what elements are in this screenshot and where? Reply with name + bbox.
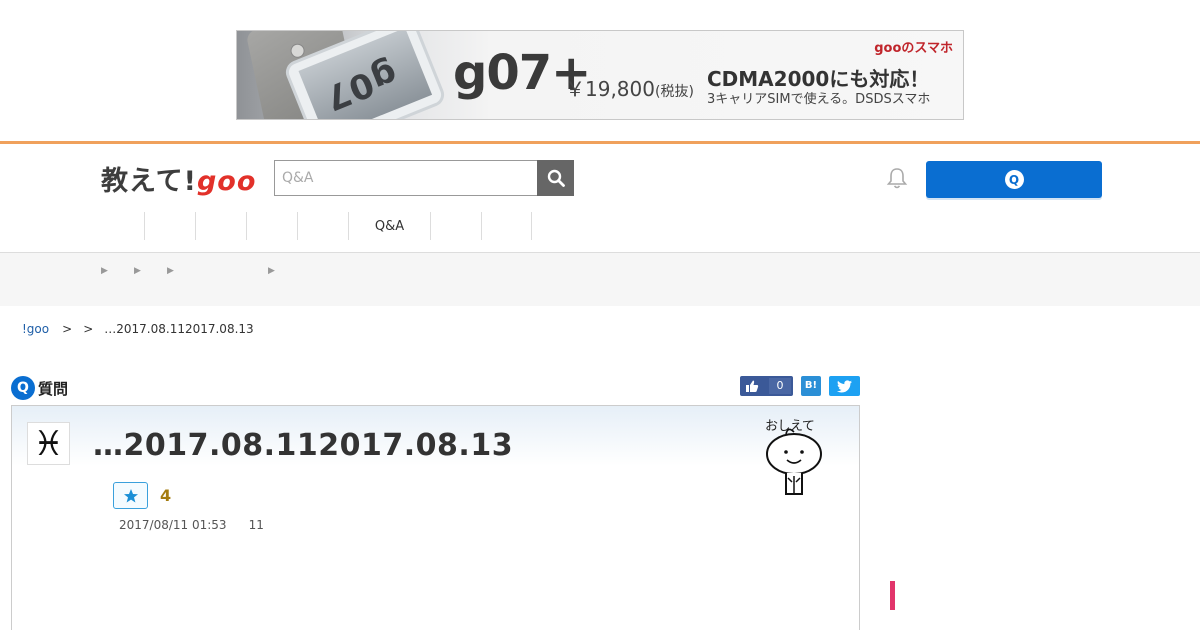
nav-item-7[interactable] bbox=[481, 212, 532, 240]
ask-question-button[interactable]: Q bbox=[926, 161, 1102, 198]
nav-item-1[interactable] bbox=[144, 212, 195, 240]
bell-icon bbox=[886, 168, 908, 189]
question-icon: Q bbox=[11, 376, 35, 400]
breadcrumb-current: …2017.08.112017.08.13 bbox=[104, 322, 254, 336]
ad-brand-goo: goo bbox=[874, 41, 902, 56]
question-views: 11 bbox=[248, 518, 264, 532]
nav-item-3[interactable] bbox=[246, 212, 297, 240]
breadcrumb-home-link[interactable]: !goo bbox=[22, 322, 49, 336]
category-arrow-icon[interactable]: ▶ bbox=[167, 266, 174, 276]
category-arrow-icon[interactable]: ▶ bbox=[268, 266, 275, 276]
ad-price-tax: (税抜) bbox=[654, 84, 694, 100]
ad-brand: gooのスマホ bbox=[874, 37, 953, 56]
star-icon bbox=[123, 488, 138, 502]
nav-item-6[interactable] bbox=[430, 212, 481, 240]
mascot-figure bbox=[766, 428, 822, 495]
main-nav: Q&A bbox=[144, 212, 532, 240]
breadcrumb-separator: > bbox=[83, 322, 94, 336]
sidebar-heading-marker bbox=[890, 581, 895, 610]
favorite-button[interactable] bbox=[113, 482, 148, 509]
twitter-share-button[interactable] bbox=[829, 376, 860, 396]
breadcrumb: !goo > > …2017.08.112017.08.13 bbox=[22, 322, 254, 336]
ad-banner[interactable]: g07 g07+ ￥19,800(税抜) CDMA2000にも対応！ 3キャリア… bbox=[236, 30, 964, 120]
site-logo[interactable]: 教えて!goo bbox=[101, 159, 256, 198]
thumbs-up-icon bbox=[746, 380, 759, 392]
question-card: ♓ …2017.08.112017.08.13 おしえて 4 2017/08/1… bbox=[11, 405, 860, 630]
question-date: 2017/08/11 01:53 bbox=[119, 518, 227, 532]
ad-price-value: ￥19,800 bbox=[565, 77, 655, 101]
nav-item-2[interactable] bbox=[195, 212, 246, 240]
search-button[interactable] bbox=[537, 160, 574, 196]
category-band: ▶ ▶ ▶ ▶ bbox=[0, 253, 1200, 306]
mascot-illustration: おしえて bbox=[764, 414, 834, 498]
ad-brand-suffix: のスマホ bbox=[901, 41, 953, 56]
question-label-text: 質問 bbox=[38, 379, 69, 398]
ad-price: ￥19,800(税抜) bbox=[565, 73, 694, 102]
category-arrow-icon[interactable]: ▶ bbox=[134, 266, 141, 276]
facebook-like-button[interactable]: 0 bbox=[740, 376, 793, 396]
facebook-like-count: 0 bbox=[769, 378, 791, 394]
question-icon: Q bbox=[1004, 170, 1024, 189]
question-meta: 2017/08/11 01:53 11 bbox=[119, 518, 264, 532]
breadcrumb-separator: > bbox=[62, 322, 73, 336]
twitter-bird-icon bbox=[837, 379, 852, 392]
notification-button[interactable] bbox=[886, 166, 908, 190]
nav-item-4[interactable] bbox=[297, 212, 348, 240]
favorite-count: 4 bbox=[160, 486, 172, 505]
search-box bbox=[274, 160, 574, 196]
search-icon bbox=[547, 169, 565, 187]
logo-goo: goo bbox=[196, 166, 257, 197]
user-avatar[interactable]: ♓ bbox=[27, 422, 70, 465]
question-title: …2017.08.112017.08.13 bbox=[93, 428, 514, 463]
question-section-label: Q 質問 bbox=[11, 376, 68, 400]
hatena-bookmark-button[interactable]: B! bbox=[801, 376, 821, 396]
logo-text: 教えて! bbox=[101, 166, 197, 197]
nav-item-qa[interactable]: Q&A bbox=[348, 212, 430, 240]
category-arrow-icon[interactable]: ▶ bbox=[101, 266, 108, 276]
header-divider bbox=[0, 141, 1200, 144]
ad-subheadline: 3キャリアSIMで使える。DSDSスマホ bbox=[707, 92, 931, 107]
search-input[interactable] bbox=[274, 160, 538, 196]
